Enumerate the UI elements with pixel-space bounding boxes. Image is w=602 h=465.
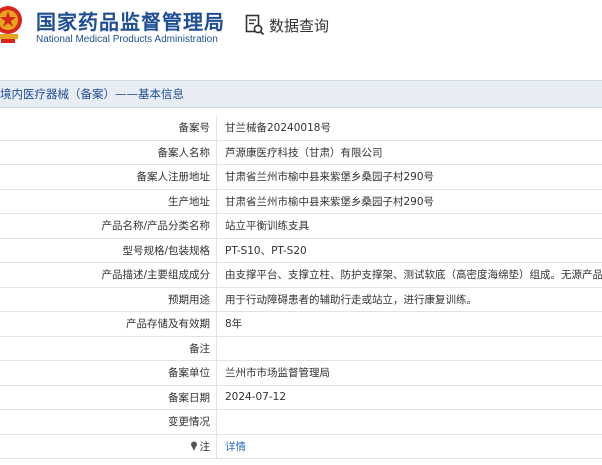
- table-row: 备案单位 兰州市市场监督管理局: [0, 360, 602, 386]
- row-value: [216, 409, 602, 435]
- section-header: 境内医疗器械（备案）——基本信息: [0, 80, 602, 108]
- pin-icon: [190, 441, 197, 451]
- note-label: 注: [199, 440, 211, 453]
- row-label: 产品存储及有效期: [0, 311, 217, 337]
- row-value: 甘兰械备20240018号: [216, 116, 602, 141]
- table-row: 备案号 甘兰械备20240018号: [0, 116, 602, 141]
- row-label: 型号规格/包装规格: [0, 238, 217, 263]
- table-row: 生产地址 甘肃省兰州市榆中县来紫堡乡桑园子村290号: [0, 189, 602, 214]
- row-value: [216, 336, 602, 361]
- national-emblem-icon: [0, 6, 22, 43]
- row-value: 由支撑平台、支撑立柱、防护支撑架、测试软底（高密度海绵垫）组成。无源产品。: [216, 262, 602, 288]
- row-label: 变更情况: [0, 409, 217, 435]
- details-link[interactable]: 详情: [225, 441, 246, 453]
- table-row: 备案日期 2024-07-12: [0, 385, 602, 410]
- row-label: 备注: [0, 336, 217, 361]
- row-label: 产品描述/主要组成成分: [0, 262, 217, 288]
- row-label: 备案人名称: [0, 140, 217, 165]
- row-value: 甘肃省兰州市榆中县来紫堡乡桑园子村290号: [216, 164, 602, 190]
- row-value: 详情: [216, 434, 602, 459]
- row-label: 备案单位: [0, 360, 217, 386]
- data-query-label: 数据查询: [269, 16, 330, 35]
- section-title: 境内医疗器械（备案）——基本信息: [0, 87, 184, 101]
- table-row: 注 详情: [0, 434, 602, 459]
- table-row: 预期用途 用于行动障碍患者的辅助行走或站立，进行康复训练。: [0, 287, 602, 312]
- row-value: 2024-07-12: [216, 385, 602, 410]
- brand-subtitle: National Medical Products Administration: [36, 34, 218, 45]
- row-value: 8年: [216, 311, 602, 337]
- row-label: 备案日期: [0, 385, 217, 410]
- row-value: 站立平衡训练支具: [216, 213, 602, 239]
- table-row: 备注: [0, 336, 602, 361]
- brand-title: 国家药品监督管理局: [36, 10, 225, 34]
- document-search-icon: [245, 14, 265, 36]
- row-label: 产品名称/产品分类名称: [0, 213, 217, 239]
- table-row: 备案人注册地址 甘肃省兰州市榆中县来紫堡乡桑园子村290号: [0, 164, 602, 190]
- record-detail-table: 备案号 甘兰械备20240018号 备案人名称 芦源康医疗科技（甘肃）有限公司 …: [0, 116, 602, 459]
- table-row: 产品描述/主要组成成分 由支撑平台、支撑立柱、防护支撑架、测试软底（高密度海绵垫…: [0, 262, 602, 288]
- note-row-label: 注: [0, 434, 217, 459]
- table-row: 备案人名称 芦源康医疗科技（甘肃）有限公司: [0, 140, 602, 165]
- row-value: 用于行动障碍患者的辅助行走或站立，进行康复训练。: [216, 287, 602, 312]
- row-value: PT-S10、PT-S20: [216, 238, 602, 263]
- table-row: 变更情况: [0, 409, 602, 435]
- row-label: 备案号: [0, 116, 217, 141]
- table-row: 产品存储及有效期 8年: [0, 311, 602, 337]
- table-row: 型号规格/包装规格 PT-S10、PT-S20: [0, 238, 602, 263]
- row-value: 芦源康医疗科技（甘肃）有限公司: [216, 140, 602, 165]
- row-label: 预期用途: [0, 287, 217, 312]
- row-label: 备案人注册地址: [0, 164, 217, 190]
- row-value: 甘肃省兰州市榆中县来紫堡乡桑园子村290号: [216, 189, 602, 214]
- site-header: 国家药品监督管理局 National Medical Products Admi…: [0, 0, 602, 78]
- data-query-link[interactable]: 数据查询: [245, 14, 329, 36]
- row-label: 生产地址: [0, 189, 217, 214]
- row-value: 兰州市市场监督管理局: [216, 360, 602, 386]
- table-row: 产品名称/产品分类名称 站立平衡训练支具: [0, 213, 602, 239]
